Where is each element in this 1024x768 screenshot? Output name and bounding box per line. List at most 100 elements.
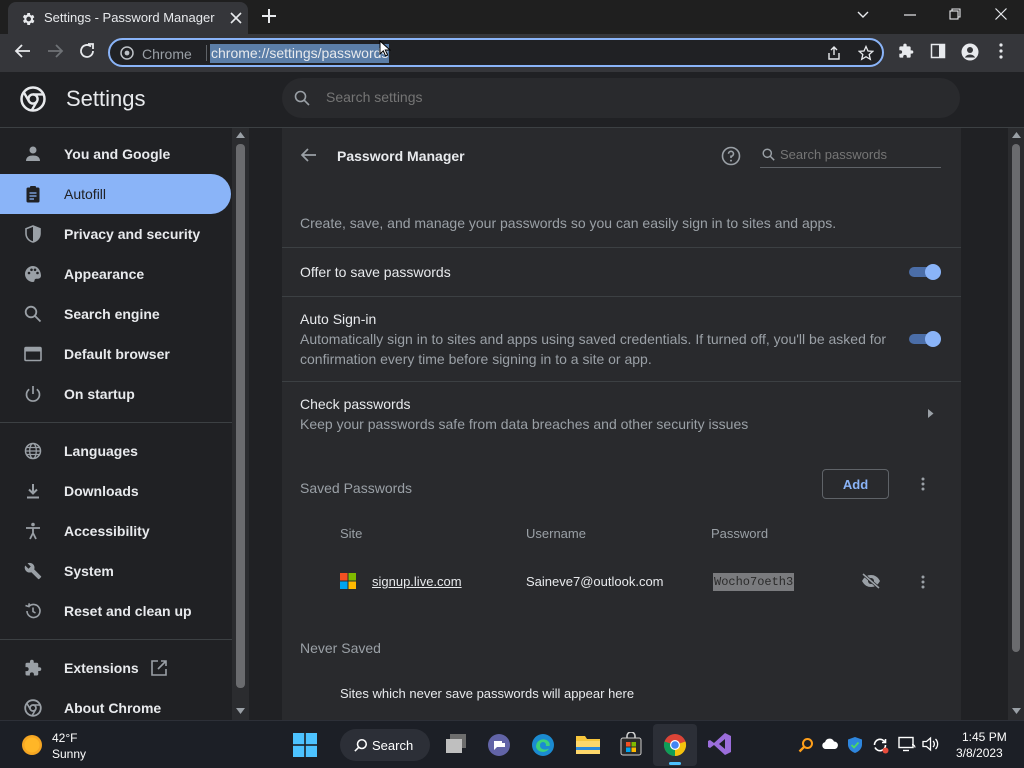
back-arrow-icon[interactable] (300, 147, 318, 163)
sidebar-item-appearance[interactable]: Appearance (0, 254, 231, 294)
close-window-icon[interactable] (995, 8, 1007, 20)
sidebar-divider (0, 639, 232, 640)
tab-title: Settings - Password Manager (44, 10, 215, 25)
sidebar-item-you-and-google[interactable]: You and Google (0, 134, 231, 174)
sync-refresh-icon[interactable] (871, 736, 889, 754)
more-vert-icon[interactable] (921, 575, 925, 589)
auto-signin-description: confirmation every time before signing i… (300, 351, 652, 367)
wrench-icon (24, 562, 42, 580)
restore-icon[interactable] (949, 8, 961, 20)
tab-strip: Settings - Password Manager (0, 0, 1024, 34)
more-vert-icon[interactable] (921, 477, 925, 491)
page-title: Settings (66, 86, 146, 111)
saved-passwords-heading: Saved Passwords (300, 480, 413, 496)
active-app-indicator (669, 762, 681, 765)
column-header-username: Username (526, 526, 586, 541)
site-chip-label: Chrome (142, 46, 192, 62)
microsoft-store-icon[interactable] (619, 732, 643, 756)
sidebar-item-default-browser[interactable]: Default browser (0, 334, 231, 374)
password-search-input[interactable] (780, 147, 935, 162)
weather-temperature[interactable]: 42°F (52, 731, 77, 745)
browser-toolbar: Chrome chrome://settings/passwords (0, 34, 1024, 72)
sidebar-scrollbar[interactable] (232, 128, 249, 720)
sidebar-item-privacy-and-security[interactable]: Privacy and security (0, 214, 231, 254)
security-shield-icon[interactable] (847, 736, 863, 754)
sidebar-item-downloads[interactable]: Downloads (0, 471, 231, 511)
main-scroll-thumb[interactable] (1012, 144, 1020, 652)
scroll-down-arrow-icon[interactable] (1012, 708, 1021, 714)
profile-avatar-icon[interactable] (961, 43, 979, 61)
row-divider (282, 247, 961, 248)
volume-speaker-icon[interactable] (922, 736, 940, 752)
forward-arrow-icon[interactable] (46, 42, 64, 60)
sidebar-item-search-engine[interactable]: Search engine (0, 294, 231, 334)
edge-browser-icon[interactable] (531, 733, 555, 757)
minimize-icon[interactable] (904, 14, 916, 16)
active-tab[interactable]: Settings - Password Manager (8, 2, 248, 34)
sidebar-item-accessibility[interactable]: Accessibility (0, 511, 231, 551)
taskbar-search-label: Search (372, 738, 414, 753)
saved-username: Saineve7@outlook.com (526, 574, 664, 589)
side-panel-icon[interactable] (930, 43, 946, 59)
back-arrow-icon[interactable] (14, 42, 32, 60)
section-title: Password Manager (337, 148, 465, 164)
offer-to-save-label: Offer to save passwords (300, 264, 451, 280)
sidebar-divider (0, 422, 232, 423)
chrome-logo-icon (20, 86, 46, 112)
sidebar-scroll-thumb[interactable] (236, 144, 245, 688)
close-icon[interactable] (230, 12, 242, 24)
weather-condition[interactable]: Sunny (52, 747, 86, 761)
scroll-up-arrow-icon[interactable] (236, 132, 245, 138)
teams-chat-icon[interactable] (487, 733, 511, 757)
windows-start-icon[interactable] (293, 733, 317, 757)
taskbar-clock-time[interactable]: 1:45 PM (962, 730, 1007, 744)
sidebar-item-system[interactable]: System (0, 551, 231, 591)
sidebar-item-languages[interactable]: Languages (0, 431, 231, 471)
taskbar-chrome-active[interactable] (653, 724, 697, 766)
chevron-down-icon[interactable] (857, 10, 869, 20)
new-tab-icon[interactable] (261, 8, 277, 24)
saved-password[interactable]: Wocho7oeth3 (713, 573, 795, 591)
settings-header: Settings (0, 72, 1024, 128)
visual-studio-icon[interactable] (708, 732, 732, 756)
share-icon[interactable] (826, 45, 842, 61)
reload-icon[interactable] (78, 42, 96, 60)
auto-signin-toggle[interactable] (909, 331, 941, 347)
extensions-puzzle-icon[interactable] (898, 43, 914, 59)
password-search-box[interactable] (760, 145, 941, 168)
magnifier-tray-icon[interactable] (798, 737, 814, 753)
address-bar[interactable]: Chrome chrome://settings/passwords (108, 38, 884, 67)
help-icon[interactable] (721, 146, 741, 166)
display-network-icon[interactable] (898, 736, 916, 752)
add-password-button[interactable]: Add (822, 469, 889, 499)
never-saved-heading: Never Saved (300, 640, 381, 656)
sidebar-item-autofill[interactable]: Autofill (0, 174, 231, 214)
settings-search-box[interactable] (282, 78, 960, 118)
taskbar-search-button[interactable]: Search (340, 729, 430, 761)
chevron-right-icon (928, 409, 934, 418)
taskbar-clock-date[interactable]: 3/8/2023 (956, 746, 1003, 760)
file-explorer-icon[interactable] (575, 733, 601, 755)
saved-site-link[interactable]: signup.live.com (372, 574, 462, 589)
history-icon (24, 602, 42, 620)
check-passwords-row[interactable]: Check passwords Keep your passwords safe… (282, 382, 961, 440)
url-text[interactable]: chrome://settings/passwords (210, 44, 390, 63)
description-text: Create, save, and manage your passwords … (300, 215, 837, 231)
more-vert-icon[interactable] (999, 43, 1003, 59)
microsoft-logo-icon (340, 573, 356, 589)
search-icon (354, 738, 368, 752)
settings-search-input[interactable] (326, 89, 826, 105)
main-scrollbar[interactable] (1008, 128, 1024, 720)
scroll-up-arrow-icon[interactable] (1012, 132, 1021, 138)
sidebar-item-on-startup[interactable]: On startup (0, 374, 231, 414)
sidebar-item-extensions[interactable]: Extensions (0, 648, 231, 688)
task-view-icon[interactable] (444, 733, 468, 755)
onedrive-cloud-icon[interactable] (821, 738, 839, 750)
offer-to-save-toggle[interactable] (909, 264, 941, 280)
sidebar-item-reset-and-clean-up[interactable]: Reset and clean up (0, 591, 231, 631)
bookmark-star-icon[interactable] (858, 45, 874, 61)
open-external-icon (150, 659, 168, 677)
hide-password-eye-icon[interactable] (861, 573, 881, 589)
chrome-icon (120, 46, 134, 60)
scroll-down-arrow-icon[interactable] (236, 708, 245, 714)
